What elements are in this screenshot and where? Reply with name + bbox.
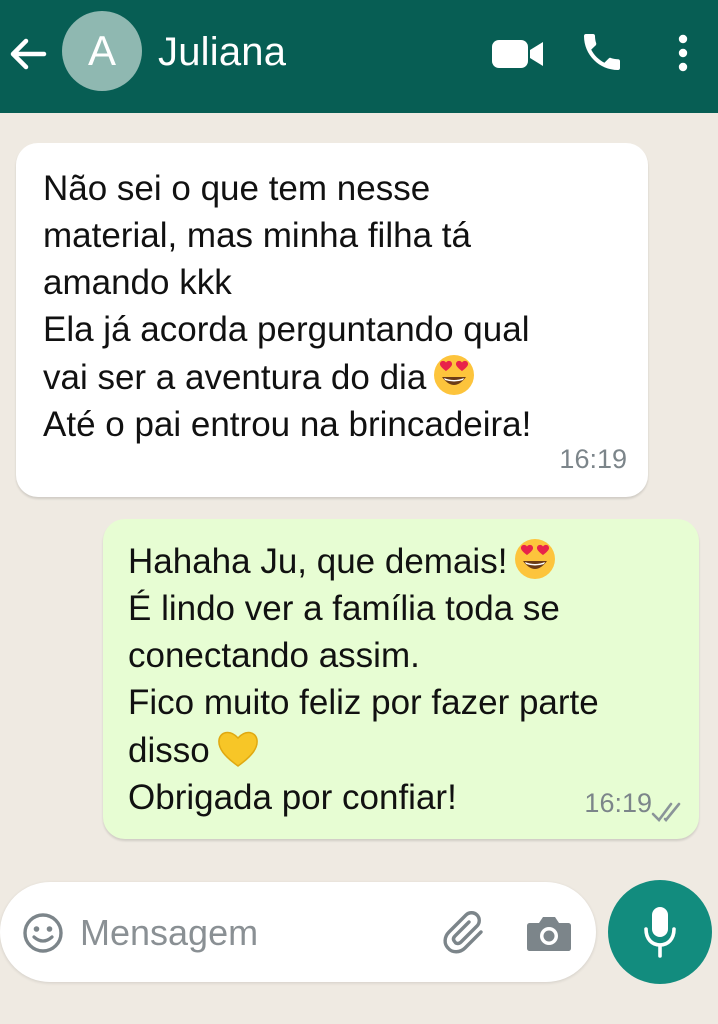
message-line: É lindo ver a família toda se: [128, 589, 560, 628]
camera-icon[interactable]: [526, 913, 572, 953]
heart-eyes-emoji-icon: [515, 539, 556, 579]
message-time: 16:19: [584, 788, 652, 818]
phone-icon[interactable]: [578, 28, 626, 76]
message-text: Hahaha Ju, que demais! É lindo ver a fam…: [128, 537, 599, 821]
video-camera-icon[interactable]: [491, 36, 545, 72]
voice-message-button[interactable]: [608, 880, 712, 984]
message-time: 16:19: [559, 444, 627, 474]
message-line: Fico muito feliz por fazer parte: [128, 683, 599, 722]
message-composer: [0, 882, 596, 982]
message-line: amando kkk: [43, 263, 232, 302]
message-line: Não sei o que tem nesse: [43, 169, 431, 208]
contact-name[interactable]: Juliana: [158, 30, 286, 75]
message-text: Não sei o que tem nesse material, mas mi…: [43, 165, 531, 448]
emoji-icon[interactable]: [22, 912, 64, 954]
message-line: Até o pai entrou na brincadeira!: [43, 405, 532, 444]
message-line: vai ser a aventura do dia: [43, 358, 427, 397]
message-input[interactable]: [80, 910, 420, 956]
paperclip-icon[interactable]: [443, 910, 489, 956]
arrow-left-icon[interactable]: [8, 34, 48, 74]
avatar[interactable]: A: [62, 11, 142, 91]
double-check-icon: [651, 802, 681, 822]
message-line-with-emoji: vai ser a aventura do dia: [43, 353, 531, 401]
message-line: disso: [128, 731, 210, 770]
message-line: Hahaha Ju, que demais!: [128, 542, 508, 581]
more-vertical-icon[interactable]: [668, 30, 698, 76]
message-line: Obrigada por confiar!: [128, 778, 457, 817]
message-line: material, mas minha filha tá: [43, 216, 471, 255]
chat-header: A Juliana: [0, 0, 718, 113]
message-line-with-emoji: disso: [128, 726, 599, 774]
yellow-heart-emoji-icon: [217, 731, 258, 767]
message-line: conectando assim.: [128, 636, 420, 675]
heart-eyes-emoji-icon: [434, 355, 475, 395]
message-bubble-outgoing[interactable]: Hahaha Ju, que demais! É lindo ver a fam…: [103, 519, 699, 839]
message-bubble-incoming[interactable]: Não sei o que tem nesse material, mas mi…: [16, 143, 648, 497]
message-line: Ela já acorda perguntando qual: [43, 310, 530, 349]
message-line-with-emoji: Hahaha Ju, que demais!: [128, 537, 599, 585]
microphone-icon: [644, 907, 676, 958]
